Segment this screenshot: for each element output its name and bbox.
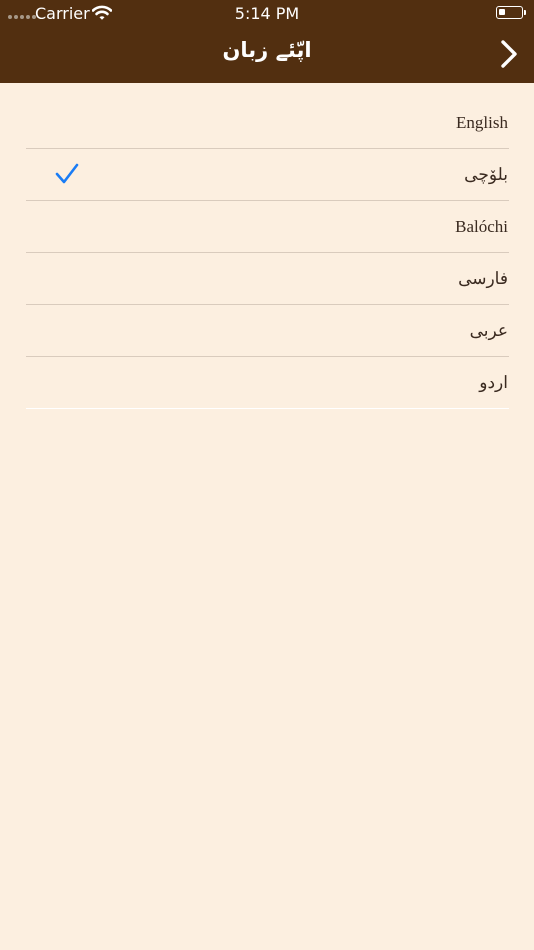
battery-icon [496, 6, 526, 19]
language-label: بلۆچی [464, 165, 508, 184]
language-row-balochi-latin[interactable]: Balóchi [26, 201, 509, 253]
language-row-arabic[interactable]: عربی [26, 305, 509, 357]
navigation-bar: Carrier 5:14 PM اپّئے زبان [0, 0, 534, 83]
status-bar: Carrier 5:14 PM [0, 0, 534, 27]
language-row-urdu[interactable]: اردو [26, 357, 509, 409]
language-label: عربی [469, 321, 508, 340]
checkmark-icon [55, 163, 79, 184]
language-row-persian[interactable]: فارسی [26, 253, 509, 305]
chevron-right-icon[interactable] [497, 38, 521, 70]
language-label: Balóchi [455, 217, 508, 236]
status-time: 5:14 PM [234, 4, 300, 23]
language-label: اردو [479, 373, 508, 392]
language-row-english[interactable]: English [26, 97, 509, 149]
page-title: اپّئے زبان [222, 38, 312, 62]
language-label: فارسی [458, 269, 508, 288]
language-label: English [456, 113, 508, 132]
language-row-balochi-arabic[interactable]: بلۆچی [26, 149, 509, 201]
language-list: English بلۆچی Balóchi فارسی عربی اردو [26, 97, 509, 409]
